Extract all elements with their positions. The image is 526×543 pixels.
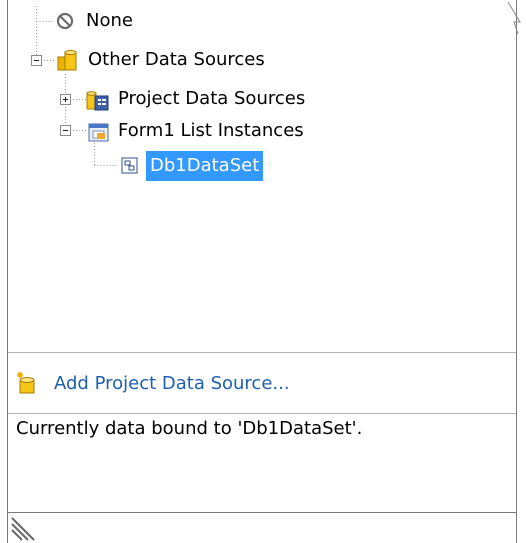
tree-node-label-selected: Db1DataSet [146, 151, 264, 181]
binding-status-text: Currently data bound to 'Db1DataSet'. [16, 418, 363, 439]
resize-grip-icon[interactable] [10, 514, 36, 542]
expand-project-data-sources-toggle[interactable] [60, 94, 71, 105]
divider [8, 512, 516, 513]
tree-node-db1dataset[interactable]: Db1DataSet [118, 151, 264, 181]
tree-node-label: Other Data Sources [88, 49, 265, 70]
tree-node-label: Project Data Sources [118, 88, 306, 109]
database-icon [56, 49, 78, 71]
none-icon [54, 10, 76, 32]
tree-node-none[interactable]: None [54, 6, 137, 36]
tree-node-project-data-sources[interactable]: Project Data Sources [86, 84, 309, 114]
divider [8, 413, 516, 414]
tree-node-label: Form1 List Instances [118, 120, 304, 141]
collapse-form1-list-instances-toggle[interactable] [60, 125, 71, 136]
collapse-other-data-sources-toggle[interactable] [31, 55, 42, 66]
add-project-data-source-row[interactable]: Add Project Data Source... [8, 353, 516, 413]
project-datasource-icon [86, 88, 109, 111]
tree-node-label: None [86, 10, 133, 31]
tree-node-other-data-sources[interactable]: Other Data Sources [56, 45, 269, 75]
data-source-picker-panel: None Other Data Sources Project Data Sou… [7, 0, 517, 543]
form-icon [86, 120, 109, 142]
data-source-tree: None Other Data Sources Project Data Sou… [8, 0, 516, 352]
dataset-icon [118, 155, 140, 177]
tree-node-form1-list-instances[interactable]: Form1 List Instances [86, 116, 308, 146]
add-project-data-source-link[interactable]: Add Project Data Source... [54, 373, 290, 394]
add-datasource-icon [16, 371, 38, 395]
dropdown-corner-icon [507, 1, 521, 35]
